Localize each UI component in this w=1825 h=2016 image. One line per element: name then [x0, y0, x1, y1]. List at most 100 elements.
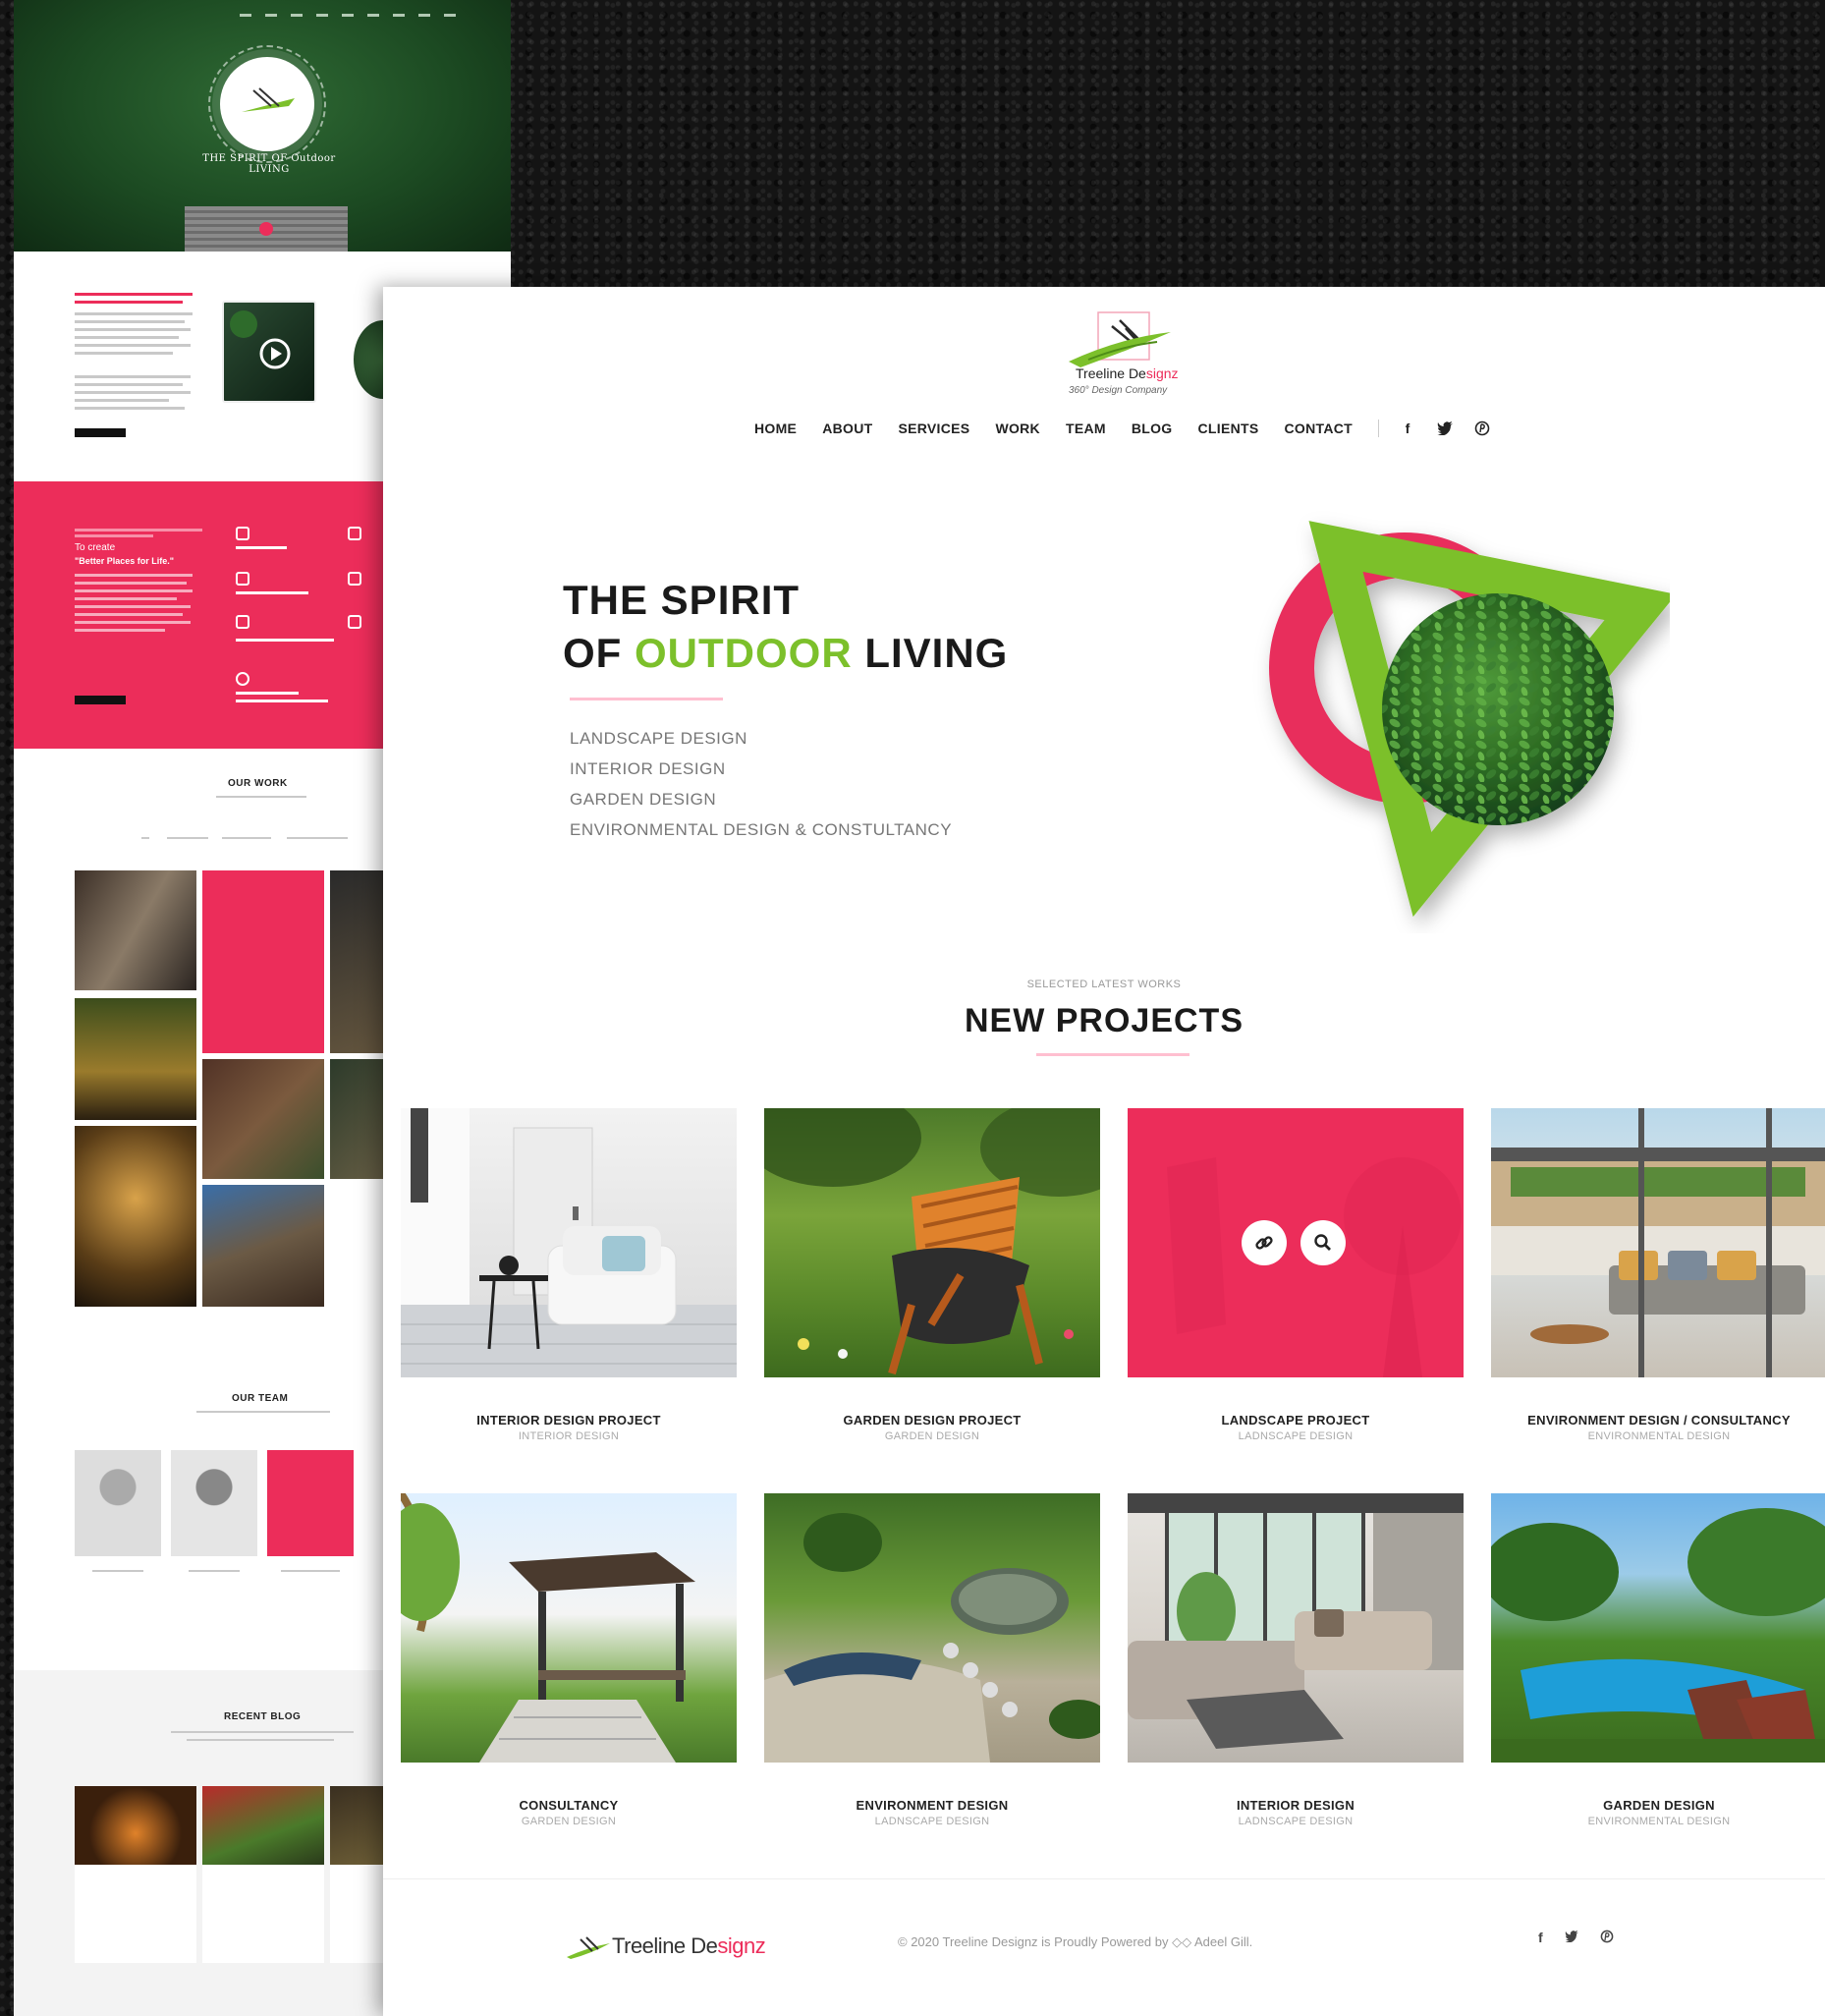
back-team-title: OUR TEAM [232, 1393, 289, 1404]
project-image[interactable] [1491, 1108, 1825, 1377]
back-read-more-button[interactable] [75, 428, 126, 437]
project-category: ENVIRONMENTAL DESIGN [1587, 1816, 1731, 1827]
back-work-thumb[interactable] [75, 870, 196, 990]
project-title[interactable]: ENVIRONMENT DESIGN / CONSULTANCY [1491, 1413, 1825, 1428]
brand-tagline: 360° Design Company [1069, 385, 1168, 396]
nav-home[interactable]: HOME [754, 420, 797, 436]
hero-underline [570, 698, 723, 700]
service-item: GARDEN DESIGN [570, 790, 717, 809]
back-team-photo[interactable] [75, 1450, 161, 1556]
project-category: ENVIRONMENTAL DESIGN [1587, 1430, 1731, 1442]
front-page: Treeline Designz 360° Design Company HOM… [383, 287, 1825, 2016]
back-work-thumb[interactable] [75, 998, 196, 1120]
back-text-line [75, 375, 191, 378]
project-title[interactable]: INTERIOR DESIGN PROJECT [401, 1413, 737, 1428]
nav-about[interactable]: ABOUT [822, 420, 872, 436]
nav-work[interactable]: WORK [995, 420, 1040, 436]
service-item: ENVIRONMENTAL DESIGN & CONSTULTANCY [570, 820, 953, 839]
project-category: INTERIOR DESIGN [518, 1430, 620, 1442]
project-image[interactable] [764, 1493, 1100, 1763]
back-blog-card[interactable] [75, 1786, 196, 1963]
back-scroll-dot[interactable] [259, 222, 273, 236]
back-work-thumb[interactable] [202, 1059, 324, 1179]
back-blog-title: RECENT BLOG [224, 1711, 302, 1722]
back-text-line [75, 407, 185, 410]
nav-team[interactable]: TEAM [1066, 420, 1106, 436]
project-title[interactable]: CONSULTANCY [401, 1798, 737, 1813]
nav-contact[interactable]: CONTACT [1285, 420, 1354, 436]
back-text-line [75, 383, 183, 386]
footer-copyright: © 2020 Treeline Designz is Proudly Power… [898, 1934, 1253, 1949]
back-work-title: OUR WORK [228, 778, 288, 789]
project-image[interactable] [401, 1493, 737, 1763]
back-hero-section: THE SPIRIT OF Outdoor LIVING [14, 0, 511, 252]
footer-divider [383, 1878, 1825, 1879]
back-team-photo[interactable] [171, 1450, 257, 1556]
hero-services-list: LANDSCAPE DESIGN INTERIOR DESIGN GARDEN … [570, 723, 952, 845]
projects-underline [1036, 1053, 1189, 1056]
facebook-icon[interactable]: f [1399, 420, 1416, 437]
hero-artwork [1269, 521, 1670, 918]
search-icon[interactable] [1300, 1220, 1346, 1265]
back-text-line [75, 399, 169, 402]
facebook-icon[interactable]: f [1538, 1930, 1543, 1946]
projects-title: NEW PROJECTS [964, 1002, 1244, 1039]
project-category: GARDEN DESIGN [884, 1430, 980, 1442]
nav-divider [1378, 420, 1379, 437]
back-work-thumb-pink[interactable] [202, 870, 324, 1053]
service-item: INTERIOR DESIGN [570, 759, 726, 778]
nav-blog[interactable]: BLOG [1132, 420, 1173, 436]
project-category: LADNSCAPE DESIGN [874, 1816, 990, 1827]
project-title[interactable]: GARDEN DESIGN [1491, 1798, 1825, 1813]
back-intro-heading [75, 293, 193, 296]
back-text-line [75, 352, 173, 355]
back-text-line [75, 312, 193, 315]
pinterest-icon[interactable] [1600, 1930, 1614, 1946]
project-title[interactable]: ENVIRONMENT DESIGN [764, 1798, 1100, 1813]
back-work-thumb[interactable] [75, 1126, 196, 1307]
back-hero-tagline: THE SPIRIT OF Outdoor LIVING [202, 153, 336, 175]
project-image[interactable] [764, 1108, 1100, 1377]
back-work-thumb[interactable] [202, 1185, 324, 1307]
project-title[interactable]: GARDEN DESIGN PROJECT [764, 1413, 1100, 1428]
back-nav [240, 14, 456, 17]
project-title[interactable]: INTERIOR DESIGN [1128, 1798, 1464, 1813]
back-text-line [75, 320, 185, 323]
back-team-photo-pink[interactable] [267, 1450, 354, 1556]
pinterest-icon[interactable] [1473, 420, 1491, 437]
project-category: LADNSCAPE DESIGN [1238, 1816, 1354, 1827]
project-image[interactable] [1128, 1493, 1464, 1763]
brand-logo[interactable] [1041, 299, 1189, 397]
hero-line-2: OF OUTDOOR LIVING [563, 630, 1009, 676]
back-text-line [75, 328, 191, 331]
back-pink-quote: "Better Places for Life." [75, 556, 175, 566]
back-intro-heading-2 [75, 301, 183, 304]
projects-kicker: SELECTED LATEST WORKS [1026, 979, 1182, 990]
back-text-line [75, 336, 179, 339]
back-video-thumb[interactable] [222, 301, 316, 403]
back-text-line [75, 344, 191, 347]
footer-logo[interactable]: Treeline Designz [565, 1930, 781, 1965]
hero-line-1: THE SPIRIT [563, 577, 801, 623]
project-category: GARDEN DESIGN [521, 1816, 617, 1827]
service-item: LANDSCAPE DESIGN [570, 729, 747, 748]
back-text-line [75, 391, 191, 394]
back-blog-card[interactable] [202, 1786, 324, 1963]
footer-brand-name: Treeline Designz [612, 1933, 766, 1958]
twitter-icon[interactable] [1436, 420, 1454, 437]
back-pink-button[interactable] [75, 696, 126, 704]
main-nav: HOME ABOUT SERVICES WORK TEAM BLOG CLIEN… [754, 417, 1511, 440]
project-category: LADNSCAPE DESIGN [1238, 1430, 1354, 1442]
twitter-icon[interactable] [1564, 1930, 1578, 1946]
nav-clients[interactable]: CLIENTS [1198, 420, 1259, 436]
project-image-hover[interactable] [1128, 1108, 1464, 1377]
project-image[interactable] [1491, 1493, 1825, 1763]
hero-headline: THE SPIRIT OF OUTDOOR LIVING [563, 574, 1008, 680]
footer-social: f [1538, 1930, 1614, 1946]
project-image[interactable] [401, 1108, 737, 1377]
link-icon[interactable] [1242, 1220, 1287, 1265]
brand-name: Treeline Designz [1076, 365, 1179, 381]
nav-services[interactable]: SERVICES [898, 420, 969, 436]
project-title[interactable]: LANDSCAPE PROJECT [1128, 1413, 1464, 1428]
back-pink-lead: To create [75, 542, 116, 553]
